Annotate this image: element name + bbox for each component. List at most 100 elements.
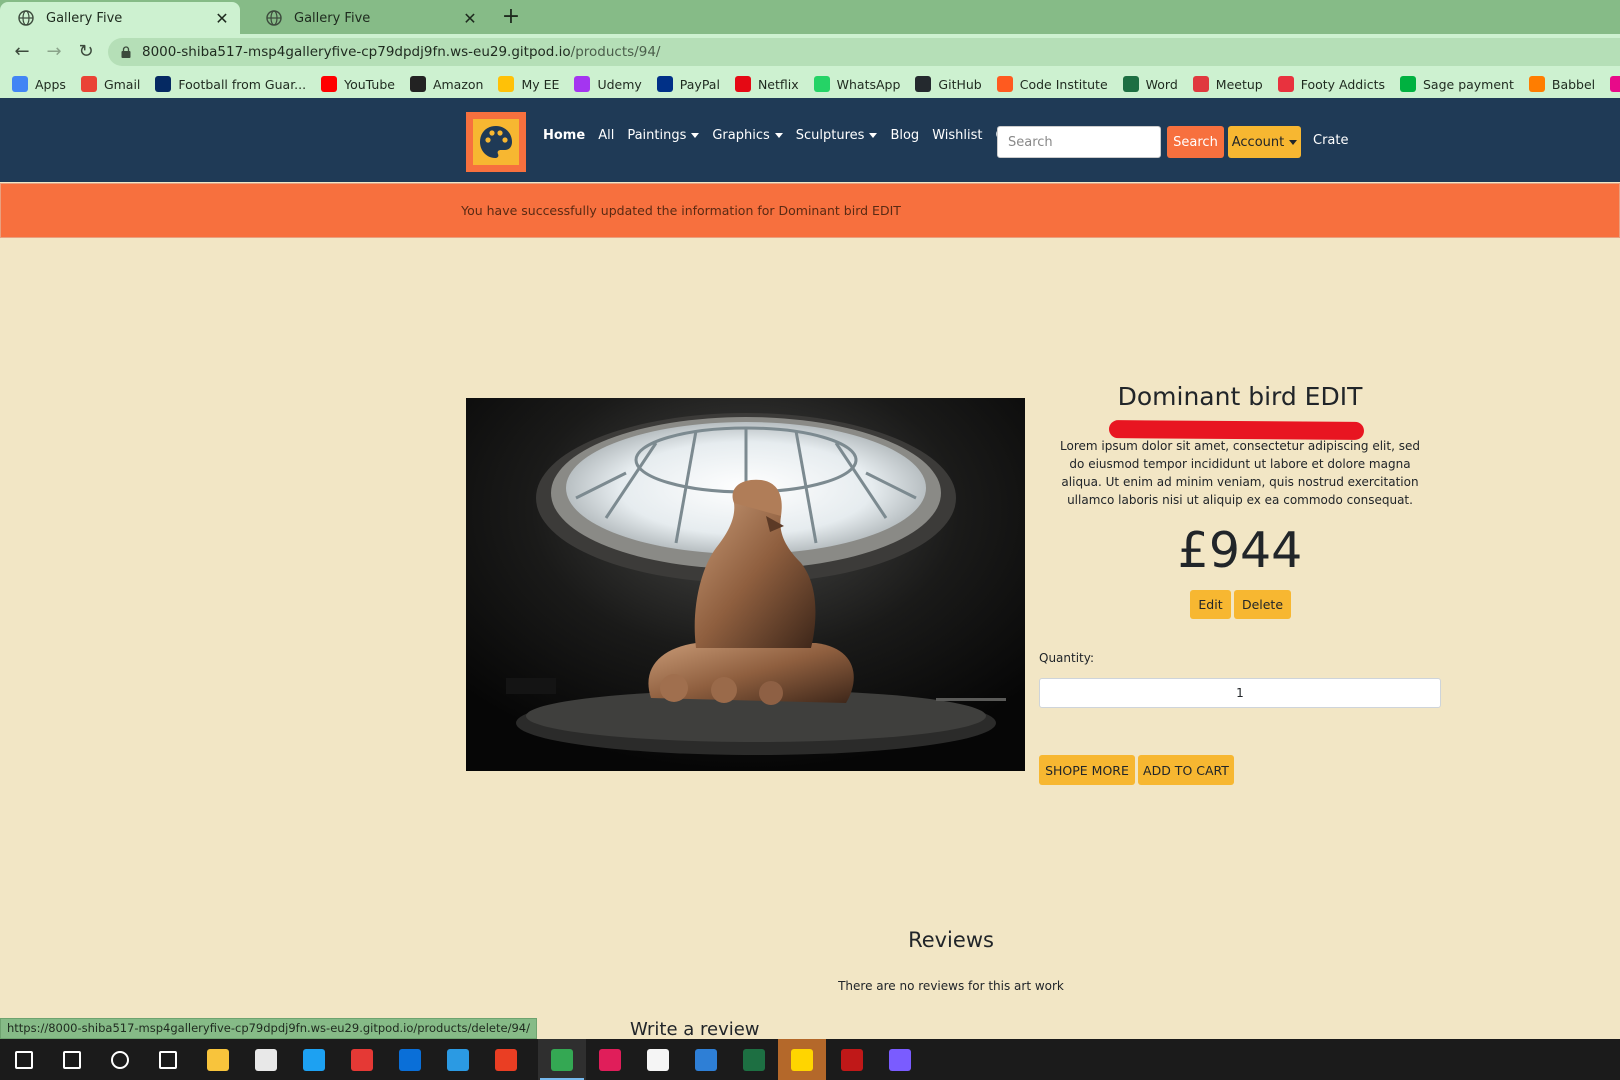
nav-link-home[interactable]: Home <box>543 128 585 143</box>
taskbar-item[interactable] <box>538 1039 586 1080</box>
taskbar-item[interactable] <box>778 1039 826 1080</box>
bookmark-item[interactable]: My EE <box>498 76 559 92</box>
bookmark-item[interactable]: Amazon <box>409 76 483 92</box>
browser-tab-active[interactable]: Gallery Five ✕ <box>0 2 240 34</box>
taskbar-item[interactable] <box>386 1039 434 1080</box>
bookmark-item[interactable]: Sage payment <box>1400 76 1514 92</box>
browser-tab-strip: Gallery Five ✕ Gallery Five ✕ + <box>0 0 1620 34</box>
tab-close-icon[interactable]: ✕ <box>214 9 230 28</box>
taskbar-item[interactable] <box>730 1039 778 1080</box>
taskbar-item[interactable] <box>682 1039 730 1080</box>
write-review-heading: Write a review <box>630 1019 760 1040</box>
site-navbar: Home All Paintings Graphics Sculptures Blog Wi… <box>0 98 1620 182</box>
bookmark-item[interactable]: YouTube <box>321 76 395 92</box>
bookmark-item[interactable]: Code Institute <box>996 76 1108 92</box>
amazon-icon <box>409 76 426 92</box>
taskbar-item[interactable] <box>634 1039 682 1080</box>
bookmark-label: WhatsApp <box>836 76 901 92</box>
excel-icon <box>1122 76 1139 92</box>
bookmark-item[interactable]: Babbel <box>1528 76 1595 92</box>
caret-down-icon <box>869 133 878 138</box>
new-tab-plus-icon[interactable]: + <box>497 4 525 32</box>
nav-link-sculptures[interactable]: Sculptures <box>796 128 878 143</box>
slack-icon <box>599 1048 621 1071</box>
url-path: /products/94/ <box>570 44 661 60</box>
taskbar-item[interactable] <box>876 1039 924 1080</box>
nav-link-graphics[interactable]: Graphics <box>712 128 783 143</box>
taskbar-item[interactable] <box>586 1039 634 1080</box>
taskbar-item[interactable] <box>48 1039 96 1080</box>
forward-arrow-icon[interactable]: → <box>42 40 66 64</box>
bookmark-item[interactable]: WhatsApp <box>813 76 901 92</box>
url-host: 8000-shiba517-msp4galleryfive-cp79dpdj9f… <box>142 44 571 60</box>
bookmark-item[interactable]: Football from Guar... <box>155 76 306 92</box>
back-arrow-icon[interactable]: ← <box>10 40 34 64</box>
taskbar-item[interactable] <box>194 1039 242 1080</box>
browser-tab[interactable]: Gallery Five ✕ <box>248 2 488 34</box>
product-title: Dominant bird EDIT <box>1117 382 1363 411</box>
meetup-icon <box>1192 76 1209 92</box>
taskbar-item[interactable] <box>290 1039 338 1080</box>
bookmark-item[interactable]: Footy Addicts <box>1277 76 1385 92</box>
microsoft-store-icon <box>255 1048 277 1071</box>
quantity-input[interactable] <box>1039 678 1441 708</box>
taskbar-item[interactable] <box>96 1039 144 1080</box>
bookmark-item[interactable]: Meetup <box>1192 76 1263 92</box>
search-input[interactable] <box>997 126 1161 158</box>
nav-link-all[interactable]: All <box>598 128 614 143</box>
site-logo[interactable] <box>466 112 526 172</box>
lock-icon <box>121 46 131 58</box>
vscode-icon <box>447 1048 469 1071</box>
nav-link-label: Blog <box>890 128 920 143</box>
account-dropdown-button[interactable]: Account <box>1228 126 1301 158</box>
bookmark-item[interactable]: Pluralsight <box>1610 76 1620 92</box>
taskbar-item[interactable] <box>434 1039 482 1080</box>
taskbar-item[interactable] <box>144 1039 192 1080</box>
nav-link-paintings[interactable]: Paintings <box>627 128 700 143</box>
taskbar-item[interactable] <box>338 1039 386 1080</box>
netflix-icon <box>734 76 751 92</box>
bookmark-item[interactable]: GitHub <box>915 76 982 92</box>
crate-link[interactable]: Crate <box>1313 133 1348 148</box>
nav-link-label: Wishlist <box>932 128 983 143</box>
bookmark-label: Netflix <box>757 76 799 92</box>
taskbar-item[interactable] <box>482 1039 530 1080</box>
taskbar-item[interactable] <box>828 1039 876 1080</box>
tab-close-icon[interactable]: ✕ <box>462 9 478 28</box>
main-nav-links: Home All Paintings Graphics Sculptures Blog Wi… <box>543 128 1059 143</box>
nav-link-label: Paintings <box>627 128 687 143</box>
guardian-icon <box>155 76 172 92</box>
mcafee-icon <box>841 1048 863 1071</box>
search-button[interactable]: Search <box>1167 126 1224 158</box>
bookmark-item[interactable]: Netflix <box>734 76 799 92</box>
bookmark-item[interactable]: Apps <box>12 76 66 92</box>
nav-link-label: Graphics <box>712 128 770 143</box>
bookmark-label: Meetup <box>1215 76 1263 92</box>
bookmark-item[interactable]: Udemy <box>574 76 642 92</box>
nav-link-blog[interactable]: Blog <box>890 128 919 143</box>
status-bar-url: https://8000-shiba517-msp4galleryfive-cp… <box>0 1018 537 1039</box>
browser-toolbar: ← → ↻ 8000-shiba517-msp4galleryfive-cp79… <box>0 34 1620 70</box>
bookmarks-bar: Apps Gmail Football from Guar... YouTube Ama… <box>0 70 1620 98</box>
delete-button[interactable]: Delete <box>1234 590 1291 619</box>
address-bar[interactable]: 8000-shiba517-msp4galleryfive-cp79dpdj9f… <box>108 38 1620 66</box>
shop-more-button[interactable]: SHOPE MORE <box>1039 755 1135 785</box>
reviews-heading: Reviews <box>908 928 994 952</box>
chrome-icon <box>551 1048 573 1071</box>
excel-icon <box>743 1048 765 1071</box>
bookmark-item[interactable]: Word <box>1122 76 1178 92</box>
ee-icon <box>498 76 515 92</box>
add-to-cart-button[interactable]: ADD TO CART <box>1138 755 1234 785</box>
taskbar-item[interactable] <box>242 1039 290 1080</box>
gift-icon <box>351 1048 373 1071</box>
bookmark-item[interactable]: PayPal <box>656 76 720 92</box>
edit-button[interactable]: Edit <box>1190 590 1231 619</box>
nav-link-wishlist[interactable]: Wishlist <box>932 128 982 143</box>
reload-icon[interactable]: ↻ <box>74 40 98 64</box>
cortana-icon <box>111 1050 129 1069</box>
search-icon <box>63 1050 81 1069</box>
bookmark-item[interactable]: Gmail <box>80 76 140 92</box>
taskbar-item[interactable] <box>0 1039 48 1080</box>
alert-message: You have successfully updated the inform… <box>461 203 901 218</box>
bookmark-label: My EE <box>521 76 560 92</box>
